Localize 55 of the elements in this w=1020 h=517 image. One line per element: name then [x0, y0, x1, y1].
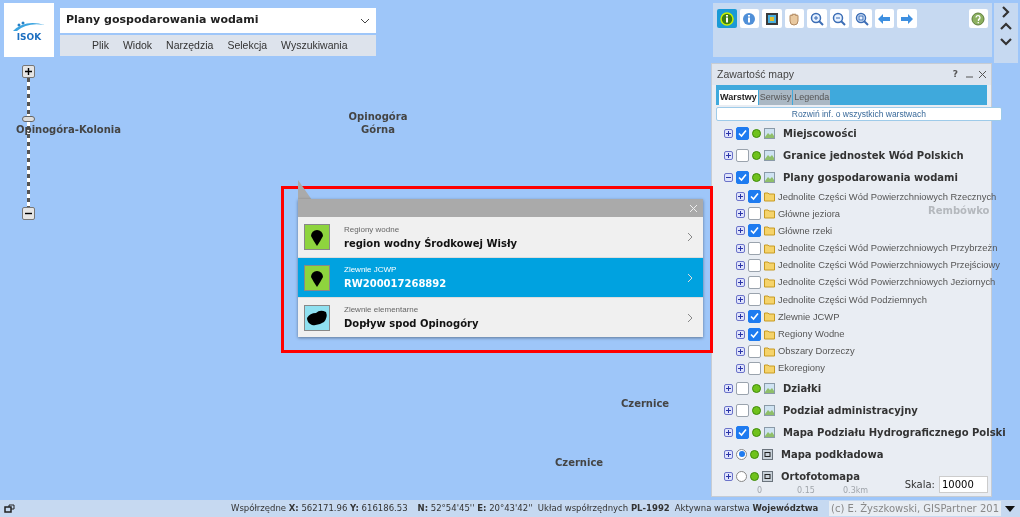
layer-name[interactable]: Zlewnie JCWP: [778, 309, 840, 324]
help-link[interactable]: ?: [952, 67, 958, 82]
scale-input[interactable]: 10000: [939, 476, 988, 493]
layer-name[interactable]: Jednolite Części Wód Podziemnych: [778, 292, 928, 307]
result-category: Zlewnie elementarne: [344, 304, 420, 316]
layer-name[interactable]: Miejscowości: [783, 125, 857, 141]
result-row[interactable]: Zlewnie elementarne Dopływ spod Opinogóry: [298, 297, 703, 337]
expand-all-button[interactable]: Rozwiń inf. o wszystkich warstwach: [716, 107, 1002, 121]
layer-name[interactable]: Jednolite Części Wód Powierzchniowych Przejściowy: [778, 258, 1000, 273]
layer-name[interactable]: Obszary Dorzeczy: [778, 344, 855, 359]
map-label: Opinogóra-Kolonia: [16, 123, 121, 136]
menu-item[interactable]: Selekcja: [227, 37, 268, 54]
layer-name[interactable]: Podział administracyjny: [783, 402, 918, 418]
scale-bar-label: 0: [757, 486, 763, 496]
layer-name[interactable]: Główne rzeki: [778, 223, 833, 238]
result-value: RW200017268892: [344, 277, 448, 291]
panel-title: Zawartość mapy: [717, 66, 796, 82]
logo-text: ISOK: [16, 32, 42, 42]
result-category: Regiony wodne: [344, 223, 401, 236]
layer-name[interactable]: Jednolite Części Wód Powierzchniowych Jeziornych: [778, 275, 996, 290]
coordinates: Współrzędne X: 562171.96 Y: 616186.53: [231, 502, 408, 515]
scale-bar-label: 0.3km: [843, 486, 869, 496]
active-layer: Aktywna warstwa Województwa: [674, 502, 819, 515]
scale-bar-label: 0.15: [797, 486, 815, 496]
menu-item[interactable]: Narzędzia: [166, 37, 214, 54]
layer-name[interactable]: Plany gospodarowania wodami: [783, 169, 958, 185]
layer-name[interactable]: Mapa Podziału Hydrograficznego Polski: [783, 424, 1006, 440]
layer-name[interactable]: Mapa podkładowa: [781, 446, 884, 462]
copyright: (c) E. Żyszkowski, GISPartner 201: [829, 501, 1001, 516]
panel-tab[interactable]: Serwisy: [758, 90, 793, 105]
theme-selector[interactable]: Plany gospodarowania wodami: [60, 8, 376, 33]
panel-tab[interactable]: Warstwy: [719, 90, 758, 105]
layer-name[interactable]: Główne jeziora: [778, 206, 840, 221]
layer-name[interactable]: Ekoregiony: [778, 361, 825, 376]
layer-name[interactable]: Granice jednostek Wód Polskich: [783, 147, 964, 163]
logo[interactable]: ISOK: [4, 3, 54, 57]
result-value: region wodny Środkowej Wisły: [344, 236, 519, 251]
layer-name[interactable]: Ortofotomapa: [781, 468, 861, 484]
map-label: Czernice: [621, 397, 670, 410]
layer-name[interactable]: Regiony Wodne: [778, 327, 845, 342]
layer-name[interactable]: Jednolite Części Wód Powierzchniowych Przybrzeżn: [778, 241, 998, 256]
map-label: Czernice: [555, 456, 604, 469]
result-value: Dopływ spod Opinogóry: [344, 317, 480, 331]
layer-name[interactable]: Działki: [783, 380, 822, 396]
scale-label: Skala:: [904, 478, 935, 492]
menu-item[interactable]: Plik: [92, 37, 109, 54]
result-category: Zlewnie JCWP: [344, 264, 398, 276]
map-label: Opinogóra Górna: [348, 110, 408, 136]
menu-item[interactable]: Wyszukiwania: [281, 37, 348, 54]
coordinate-system: Układ współrzędnych PL-1992: [537, 502, 670, 515]
panel-tab[interactable]: Legenda: [793, 90, 831, 105]
result-row[interactable]: Regiony wodne region wodny Środkowej Wisły: [298, 217, 703, 257]
menu-item[interactable]: Widok: [122, 37, 153, 54]
layer-name[interactable]: Jednolite Części Wód Powierzchniowych Rzecznych: [778, 189, 997, 204]
geographic-coordinates: N: 52°54'45'' E: 20°43'42'': [417, 502, 533, 515]
